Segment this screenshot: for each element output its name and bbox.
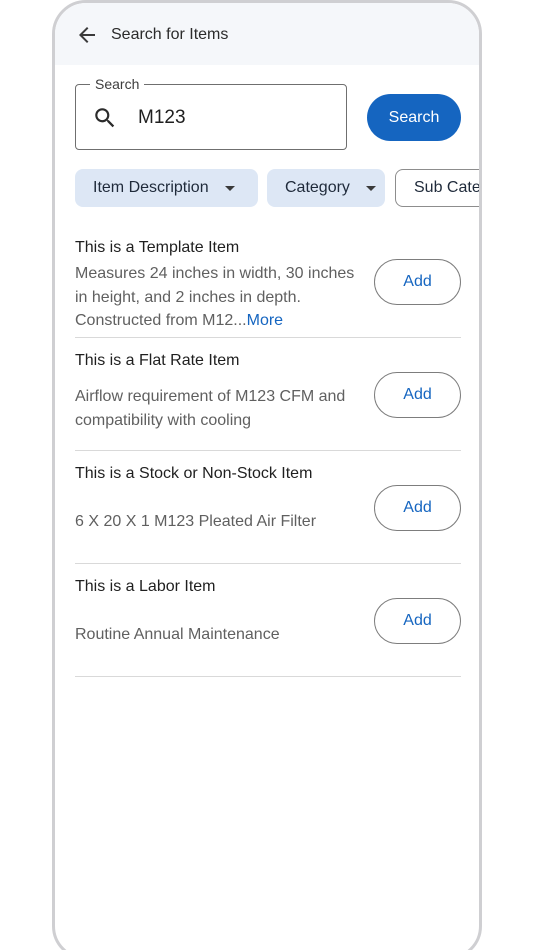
arrow-left-icon[interactable]	[75, 23, 99, 47]
item-list: This is a Template Item Measures 24 inch…	[75, 225, 461, 677]
dropdown-caret-icon	[365, 185, 376, 191]
filter-chip-label: Category	[285, 179, 350, 196]
filter-chip-label: Item Description	[93, 179, 209, 196]
page-title: Search for Items	[111, 26, 229, 43]
list-item: This is a Labor Item Routine Annual Main…	[75, 564, 461, 677]
list-item: This is a Flat Rate Item Airflow require…	[75, 338, 461, 451]
top-app-bar: Search for Items	[55, 3, 479, 65]
add-button[interactable]: Add	[374, 485, 461, 531]
search-icon	[95, 108, 115, 128]
dropdown-caret-icon	[224, 185, 235, 191]
search-field-label: Search	[90, 76, 145, 92]
item-description-text: Measures 24 inches in width, 30 inches i…	[75, 265, 355, 329]
item-title: This is a Flat Rate Item	[75, 352, 240, 369]
search-field[interactable]: Search	[75, 76, 347, 150]
search-button[interactable]: Search	[367, 94, 461, 141]
add-button[interactable]: Add	[374, 372, 461, 418]
list-item: This is a Template Item Measures 24 inch…	[75, 225, 461, 338]
filter-chip-label: Sub Cate	[414, 179, 481, 196]
item-title: This is a Template Item	[75, 239, 240, 256]
filter-chip-category[interactable]: Category	[267, 169, 385, 207]
add-button[interactable]: Add	[374, 259, 461, 305]
item-description: 6 X 20 X 1 M123 Pleated Air Filter	[75, 513, 317, 530]
phone-frame: Search for Items Search Search Item Desc…	[52, 0, 482, 950]
add-button[interactable]: Add	[374, 598, 461, 644]
item-description: Airflow requirement of M123 CFM and comp…	[75, 388, 346, 429]
filter-chip-item-description[interactable]: Item Description	[75, 169, 258, 207]
filter-chip-sub-category[interactable]: Sub Cate	[395, 169, 481, 207]
item-title: This is a Labor Item	[75, 578, 216, 595]
more-link[interactable]: More	[247, 312, 283, 329]
list-item: This is a Stock or Non-Stock Item 6 X 20…	[75, 451, 461, 564]
item-description: Routine Annual Maintenance	[75, 626, 280, 643]
search-input[interactable]	[138, 107, 328, 129]
item-description: Measures 24 inches in width, 30 inches i…	[75, 262, 360, 333]
item-title: This is a Stock or Non-Stock Item	[75, 465, 313, 482]
